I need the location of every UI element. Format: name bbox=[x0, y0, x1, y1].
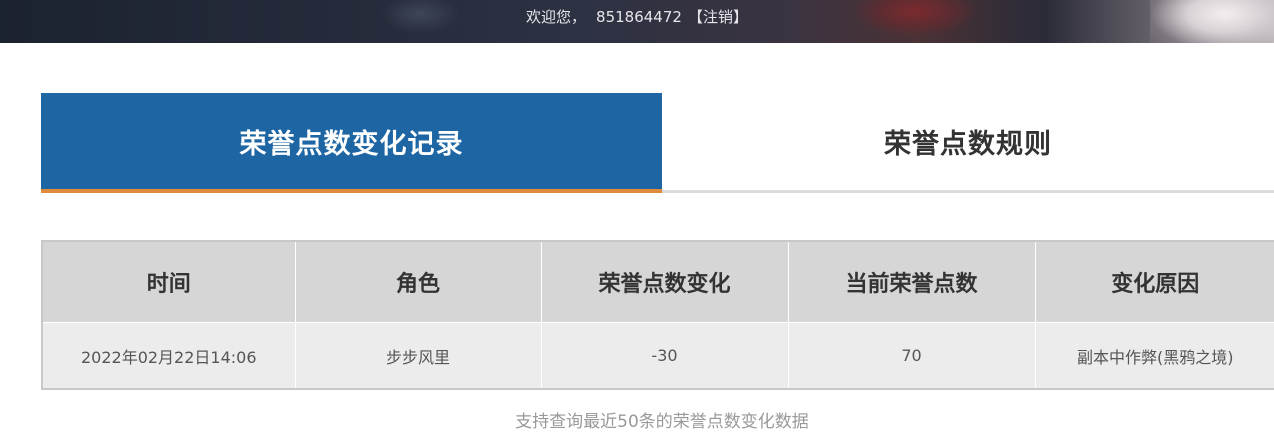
cell-reason: 副本中作弊(黑鸦之境) bbox=[1034, 322, 1274, 390]
cell-honor-change: -30 bbox=[540, 322, 788, 390]
cell-current-honor: 70 bbox=[787, 322, 1035, 390]
cell-time: 2022年02月22日14:06 bbox=[41, 322, 295, 390]
column-header-role: 角色 bbox=[294, 240, 541, 323]
column-header-time: 时间 bbox=[41, 240, 295, 323]
top-banner: 欢迎您， 851864472 【注销】 bbox=[0, 0, 1274, 43]
honor-records-table: 时间 角色 荣誉点数变化 当前荣誉点数 变化原因 2022年02月22日14:0… bbox=[41, 240, 1274, 390]
tab-bar: 荣誉点数变化记录 荣誉点数规则 bbox=[41, 93, 1274, 193]
column-header-honor-change: 荣誉点数变化 bbox=[540, 240, 788, 323]
welcome-bar: 欢迎您， 851864472 【注销】 bbox=[0, 7, 1274, 27]
table-header-row: 时间 角色 荣誉点数变化 当前荣誉点数 变化原因 bbox=[41, 240, 1274, 323]
logout-link[interactable]: 【注销】 bbox=[688, 8, 748, 26]
welcome-text: 欢迎您， bbox=[526, 8, 587, 26]
user-id: 851864472 bbox=[596, 8, 682, 26]
table-row: 2022年02月22日14:06 步步风里 -30 70 副本中作弊(黑鸦之境) bbox=[41, 322, 1274, 390]
column-header-reason: 变化原因 bbox=[1034, 240, 1274, 323]
cell-role: 步步风里 bbox=[294, 322, 541, 390]
tab-honor-rules[interactable]: 荣誉点数规则 bbox=[662, 93, 1274, 193]
query-limit-note: 支持查询最近50条的荣誉点数变化数据 bbox=[515, 412, 809, 432]
column-header-current-honor: 当前荣誉点数 bbox=[787, 240, 1035, 323]
tab-honor-change-records[interactable]: 荣誉点数变化记录 bbox=[41, 93, 662, 193]
